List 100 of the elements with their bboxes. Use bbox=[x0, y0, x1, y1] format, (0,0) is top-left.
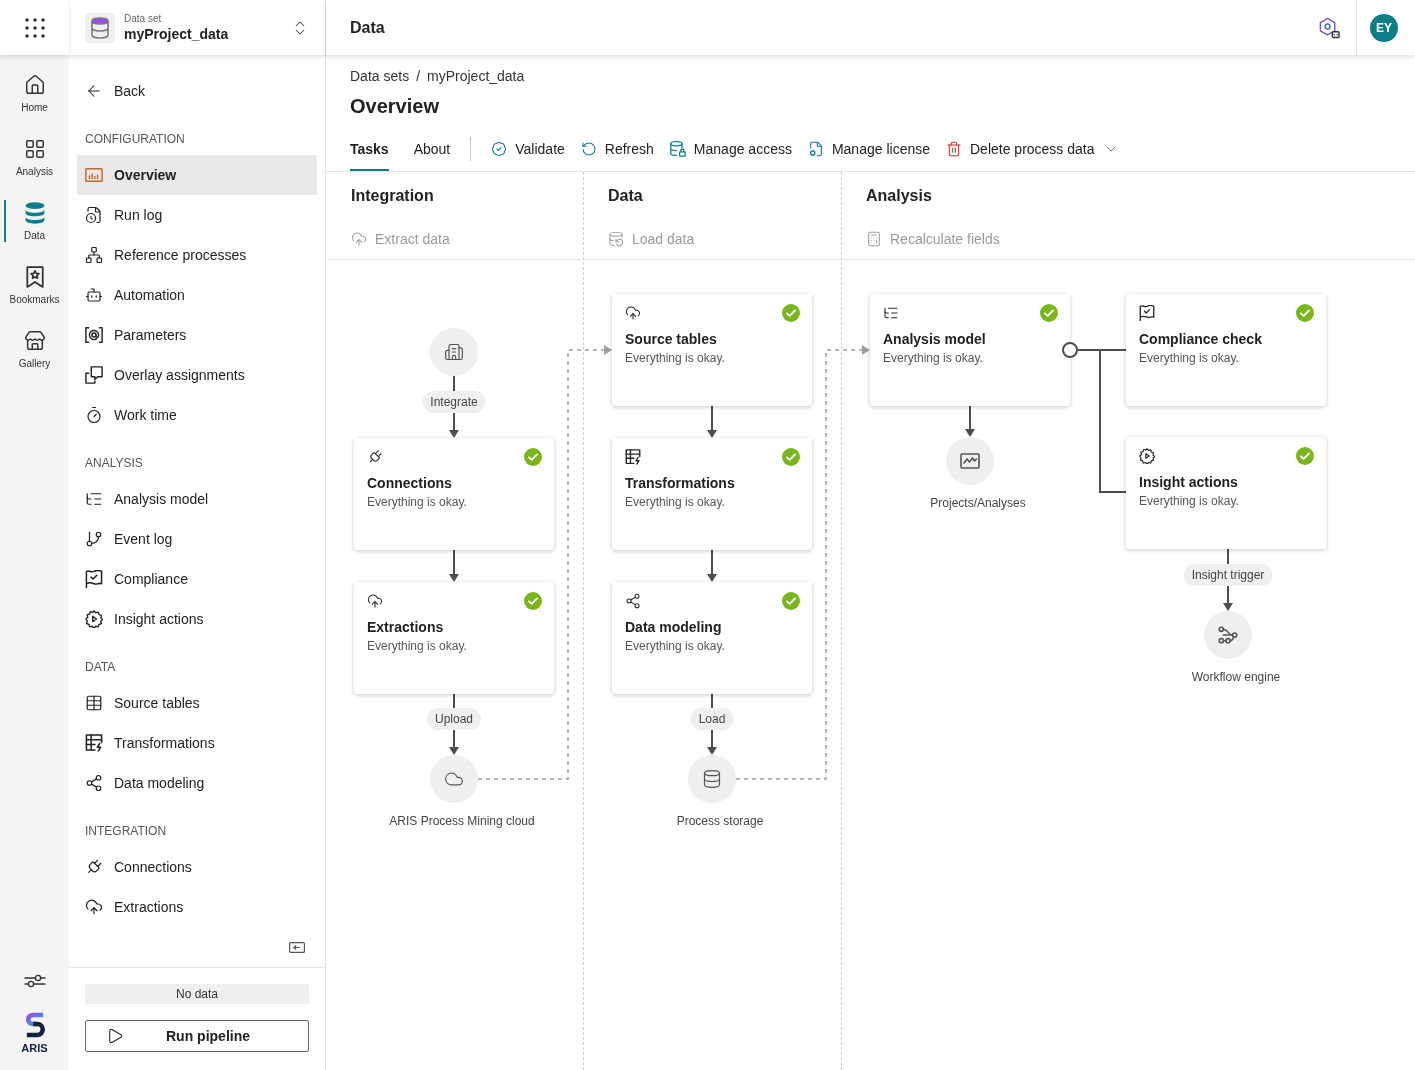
rail-nav-item[interactable]: Gallery bbox=[0, 317, 69, 381]
card-status: Everything is okay. bbox=[625, 495, 726, 509]
card-status: Everything is okay. bbox=[883, 351, 984, 365]
section-heading: INTEGRATION bbox=[85, 823, 168, 839]
rail-nav-item[interactable]: Bookmarks bbox=[0, 253, 69, 317]
step-card[interactable]: Connections Everything is okay. bbox=[354, 438, 554, 550]
node-label: Projects/Analyses bbox=[930, 495, 1026, 511]
arrow-connector bbox=[707, 549, 717, 582]
database-lock-icon bbox=[669, 141, 686, 157]
rail-nav-item[interactable]: Analysis bbox=[0, 125, 69, 189]
nav-item[interactable]: Work time bbox=[77, 395, 317, 435]
card-title: Compliance check bbox=[1139, 330, 1263, 348]
step-card[interactable]: Compliance check Everything is okay. bbox=[1126, 294, 1326, 406]
nav-item[interactable]: Automation bbox=[77, 275, 317, 315]
breadcrumb-link[interactable]: Data sets bbox=[350, 67, 410, 85]
arrow-connector bbox=[707, 729, 717, 755]
step-card[interactable]: Analysis model Everything is okay. bbox=[870, 294, 1070, 406]
nav-item[interactable]: Connections bbox=[77, 847, 317, 887]
logo-icon bbox=[24, 1012, 45, 1038]
brackets-at-icon bbox=[85, 326, 103, 344]
arrow-connector bbox=[449, 412, 459, 438]
card-status: Everything is okay. bbox=[1139, 351, 1240, 365]
nav-item[interactable]: Transformations bbox=[77, 723, 317, 763]
column-heading: Analysis bbox=[866, 186, 933, 206]
edge-label: Integrate bbox=[422, 391, 486, 413]
toolbar-action[interactable]: Validate bbox=[491, 127, 565, 171]
status-banner: No data bbox=[85, 984, 309, 1004]
chart-frame-icon bbox=[85, 166, 103, 184]
gear-play-icon bbox=[1139, 448, 1155, 464]
toolbar-action[interactable]: Delete process data bbox=[946, 127, 1119, 171]
nav-item[interactable]: Event log bbox=[77, 519, 317, 559]
list-tree-icon bbox=[85, 490, 103, 508]
share-nodes-icon bbox=[85, 774, 103, 792]
hierarchy-icon bbox=[85, 246, 103, 264]
overlay-squares-icon bbox=[85, 366, 103, 384]
node-label: Process storage bbox=[676, 813, 764, 829]
nav-item[interactable]: Compliance bbox=[77, 559, 317, 599]
nav-item[interactable]: Overview bbox=[77, 155, 317, 195]
arrow-connector bbox=[1223, 585, 1233, 611]
nav-item[interactable]: Source tables bbox=[77, 683, 317, 723]
share-nodes-icon bbox=[625, 593, 641, 609]
nav-item[interactable]: Overlay assignments bbox=[77, 355, 317, 395]
card-status: Everything is okay. bbox=[625, 351, 726, 365]
breadcrumb-current: myProject_data bbox=[427, 67, 525, 85]
nav-item[interactable]: Parameters bbox=[77, 315, 317, 355]
dataset-switcher[interactable]: Data set myProject_data bbox=[69, 0, 325, 55]
cloud-upload-icon bbox=[367, 593, 383, 609]
connector-line bbox=[453, 693, 455, 709]
tab[interactable]: Tasks bbox=[350, 127, 389, 171]
edge-label: Upload bbox=[427, 708, 481, 730]
step-card[interactable]: Extractions Everything is okay. bbox=[354, 582, 554, 694]
column-heading: Data bbox=[608, 186, 644, 206]
storefront-icon bbox=[23, 329, 46, 352]
workflow-icon bbox=[1204, 611, 1252, 659]
branch-icon bbox=[85, 530, 103, 548]
sliders-icon[interactable] bbox=[23, 974, 46, 988]
step-card[interactable]: Transformations Everything is okay. bbox=[612, 438, 812, 550]
run-pipeline-button[interactable]: Run pipeline bbox=[85, 1020, 309, 1052]
collapse-panel-icon[interactable] bbox=[289, 942, 305, 953]
nav-item[interactable]: Analysis model bbox=[77, 479, 317, 519]
section-heading: CONFIGURATION bbox=[85, 131, 186, 147]
step-card[interactable]: Source tables Everything is okay. bbox=[612, 294, 812, 406]
page-title: Overview bbox=[350, 94, 440, 119]
stopwatch-icon bbox=[85, 406, 103, 424]
toolbar-action[interactable]: Manage license bbox=[807, 127, 930, 171]
section-heading: ANALYSIS bbox=[85, 455, 144, 471]
toolbar-action[interactable]: Manage access bbox=[669, 127, 792, 171]
nav-item[interactable]: Run log bbox=[77, 195, 317, 235]
cloud-upload-icon bbox=[351, 231, 367, 247]
gear-play-icon bbox=[85, 610, 103, 628]
toolbar-action[interactable]: Refresh bbox=[580, 127, 654, 171]
arrow-connector bbox=[449, 549, 459, 582]
arrow-connector bbox=[707, 405, 717, 438]
database-arrow-icon bbox=[608, 231, 624, 247]
step-card[interactable]: Data modeling Everything is okay. bbox=[612, 582, 812, 694]
breadcrumb-separator: / bbox=[416, 67, 421, 85]
edge-label: Insight trigger bbox=[1183, 564, 1273, 586]
connector-line bbox=[453, 375, 455, 392]
file-gear-icon bbox=[807, 141, 824, 157]
rail-nav-item[interactable]: Home bbox=[0, 61, 69, 125]
nav-item[interactable]: Data modeling bbox=[77, 763, 317, 803]
table-bolt-icon bbox=[625, 449, 641, 465]
card-title: Transformations bbox=[625, 474, 736, 492]
step-card[interactable]: Insight actions Everything is okay. bbox=[1126, 437, 1326, 549]
card-title: Extractions bbox=[367, 618, 445, 636]
database-icon bbox=[688, 755, 736, 803]
database-icon bbox=[85, 12, 115, 43]
database-icon bbox=[23, 201, 46, 224]
apps-menu-icon[interactable] bbox=[24, 17, 45, 38]
node-label: Workflow engine bbox=[1191, 669, 1281, 685]
nav-item[interactable]: Reference processes bbox=[77, 235, 317, 275]
card-status: Everything is okay. bbox=[367, 495, 468, 509]
line-chart-icon bbox=[946, 437, 994, 485]
hexagon-icon[interactable] bbox=[1318, 16, 1340, 39]
nav-item[interactable]: Extractions bbox=[77, 887, 317, 927]
nav-item[interactable]: Insight actions bbox=[77, 599, 317, 639]
user-avatar[interactable]: EY bbox=[1370, 13, 1398, 42]
back-button[interactable]: Back bbox=[77, 71, 317, 111]
rail-nav-item[interactable]: Data bbox=[0, 189, 69, 253]
tab[interactable]: About bbox=[413, 127, 451, 171]
